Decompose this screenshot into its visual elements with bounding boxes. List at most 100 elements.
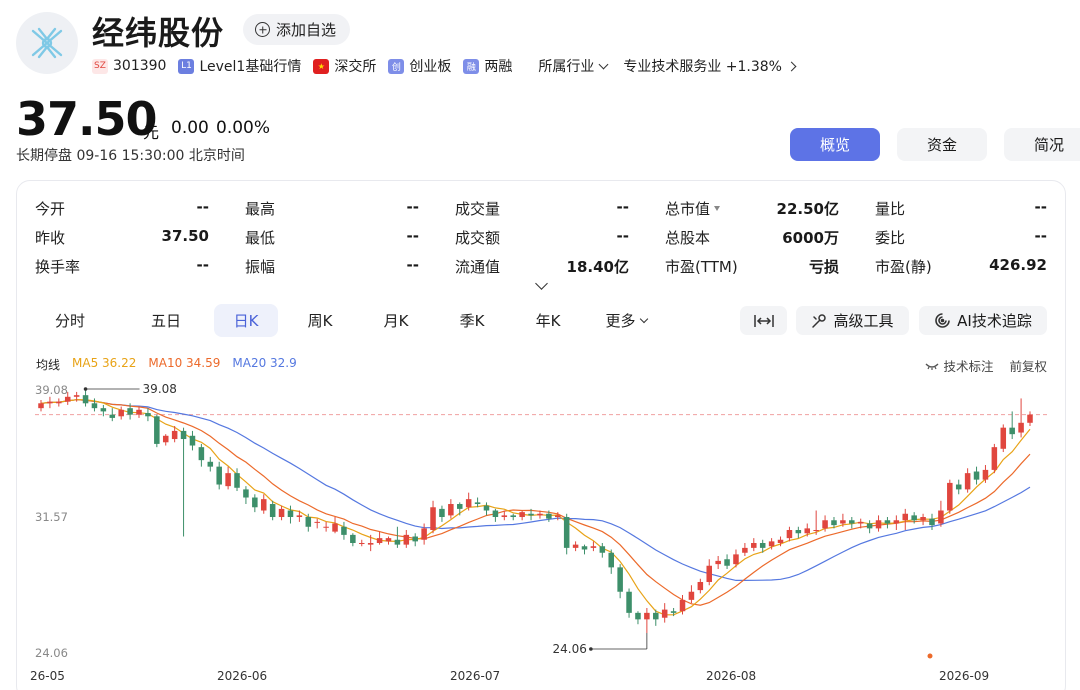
x-tick-label: 2026-09 bbox=[939, 669, 990, 683]
tab-quarterly-k[interactable]: 季K bbox=[438, 304, 506, 337]
industry-dropdown[interactable]: 所属行业 bbox=[538, 56, 609, 76]
candle-body bbox=[287, 510, 294, 518]
quote-label: 总股本 bbox=[665, 229, 711, 247]
candle-body bbox=[439, 508, 445, 518]
candle-body bbox=[546, 513, 552, 519]
fit-width-button[interactable] bbox=[740, 306, 787, 335]
quote-label: 流通值 bbox=[455, 258, 501, 276]
level1-label: Level1基础行情 bbox=[199, 59, 302, 75]
candle-body bbox=[519, 512, 525, 518]
quote-label: 换手率 bbox=[35, 258, 81, 276]
candle-body bbox=[350, 534, 356, 544]
low-marker-label: 24.06 bbox=[553, 642, 587, 656]
trading-status: 长期停盘 09-16 15:30:00 北京时间 bbox=[16, 148, 245, 164]
quote-market-cap[interactable]: 总市值 22.50亿 bbox=[665, 198, 875, 219]
quote-value: -- bbox=[196, 198, 209, 216]
quote-value: -- bbox=[196, 256, 209, 274]
candle-body bbox=[127, 408, 133, 415]
quote-volume-ratio: 量比 -- bbox=[875, 198, 1047, 219]
x-tick-label: 2026-06 bbox=[217, 669, 268, 683]
tab-monthly-k[interactable]: 月K bbox=[362, 304, 430, 337]
candle-body bbox=[269, 504, 276, 518]
candle-body bbox=[367, 543, 374, 545]
candle-body bbox=[955, 484, 962, 490]
tab-overview[interactable]: 概览 bbox=[790, 128, 880, 161]
candle-body bbox=[385, 538, 392, 542]
candle-body bbox=[938, 510, 944, 524]
candle-body bbox=[1018, 422, 1024, 433]
candle-body bbox=[929, 518, 935, 526]
quote-total-shares: 总股本 6000万 bbox=[665, 227, 875, 248]
candle-body bbox=[145, 413, 151, 417]
y-tick-label: 39.08 bbox=[35, 383, 68, 397]
quote-label: 市盈(TTM) bbox=[665, 258, 738, 276]
candle-body bbox=[358, 543, 365, 545]
quote-value: -- bbox=[1034, 198, 1047, 216]
exchange-label: 深交所 bbox=[334, 59, 377, 75]
technical-mark-toggle[interactable]: 技术标注 bbox=[925, 356, 993, 375]
tab-daily-k[interactable]: 日K bbox=[214, 304, 278, 337]
candle-body bbox=[394, 539, 401, 545]
tab-yearly-k[interactable]: 年K bbox=[514, 304, 582, 337]
quote-label: 市盈(静) bbox=[875, 258, 932, 276]
quote-float-value: 流通值 18.40亿 bbox=[455, 256, 665, 277]
quote-value: -- bbox=[406, 256, 419, 274]
tab-funds[interactable]: 资金 bbox=[897, 128, 987, 161]
candle-body bbox=[777, 539, 784, 544]
price-adjust-toggle[interactable]: 前复权 bbox=[1009, 356, 1047, 375]
more-label: 更多 bbox=[605, 312, 636, 330]
add-watchlist-button[interactable]: 添加自选 bbox=[243, 14, 351, 45]
board-label: 创业板 bbox=[409, 59, 452, 75]
candle-body bbox=[216, 466, 222, 485]
tab-five-day[interactable]: 五日 bbox=[118, 304, 214, 337]
quote-turnover-rate: 换手率 -- bbox=[35, 256, 245, 277]
candle-body bbox=[465, 499, 472, 508]
ai-tracking-button[interactable]: AI技术追踪 bbox=[919, 306, 1047, 335]
quote-prev-close: 昨收 37.50 bbox=[35, 227, 245, 248]
quote-value: 22.50亿 bbox=[776, 200, 839, 218]
low-marker-dot bbox=[589, 647, 593, 651]
tab-weekly-k[interactable]: 周K bbox=[286, 304, 354, 337]
candle-body bbox=[1000, 427, 1007, 449]
candle-body bbox=[679, 599, 686, 612]
candle-body bbox=[180, 430, 187, 440]
fit-width-icon bbox=[753, 314, 774, 327]
candle-body bbox=[947, 482, 953, 511]
candle-body bbox=[73, 395, 80, 397]
ma20-line bbox=[40, 399, 1031, 581]
kline-chart[interactable]: 39.08 24.06 bbox=[0, 378, 1080, 690]
advanced-tools-button[interactable]: 高级工具 bbox=[796, 306, 909, 335]
current-price: 37.50 bbox=[16, 92, 158, 146]
quote-row: 今开 -- 最高 -- 成交量 -- 总市值 22.50亿 量比 -- bbox=[35, 194, 1047, 223]
candle-body bbox=[626, 591, 632, 613]
period-tabs: 分时 五日 日K 周K 月K 季K 年K 更多 bbox=[36, 304, 662, 337]
board-tag: 创 创业板 bbox=[388, 56, 451, 76]
candle-body bbox=[136, 409, 142, 415]
candle-body bbox=[171, 430, 178, 440]
candle-body bbox=[697, 581, 704, 591]
add-watchlist-label: 添加自选 bbox=[276, 21, 337, 39]
candle-body bbox=[751, 543, 757, 548]
level1-tag[interactable]: L1 Level1基础行情 bbox=[178, 56, 301, 76]
chart-options: 技术标注 前复权 bbox=[925, 356, 1047, 375]
candle-body bbox=[528, 513, 534, 516]
industry-link[interactable]: 专业技术服务业 +1.38% bbox=[623, 56, 797, 76]
x-tick-label: 26-05 bbox=[30, 669, 65, 683]
ma-legend: 均线 MA5 36.22 MA10 34.59 MA20 32.9 bbox=[36, 356, 297, 373]
candle-body bbox=[207, 461, 214, 467]
candle-body bbox=[260, 499, 267, 511]
candle-body bbox=[412, 536, 418, 542]
quote-order-ratio: 委比 -- bbox=[875, 227, 1047, 248]
candle-body bbox=[243, 489, 249, 498]
candle-body bbox=[982, 469, 989, 480]
candle-body bbox=[225, 473, 231, 487]
tab-intraday[interactable]: 分时 bbox=[36, 304, 104, 337]
candle-body bbox=[875, 520, 882, 529]
quote-label: 总市值 bbox=[665, 200, 711, 218]
tab-more[interactable]: 更多 bbox=[590, 304, 662, 337]
quote-label: 成交额 bbox=[455, 229, 501, 247]
candle-body bbox=[849, 520, 855, 524]
quote-grid: 今开 -- 最高 -- 成交量 -- 总市值 22.50亿 量比 -- 昨收 37.50 最… bbox=[35, 194, 1047, 281]
quote-value: -- bbox=[1034, 227, 1047, 245]
tab-profile[interactable]: 简况 bbox=[1004, 128, 1080, 161]
